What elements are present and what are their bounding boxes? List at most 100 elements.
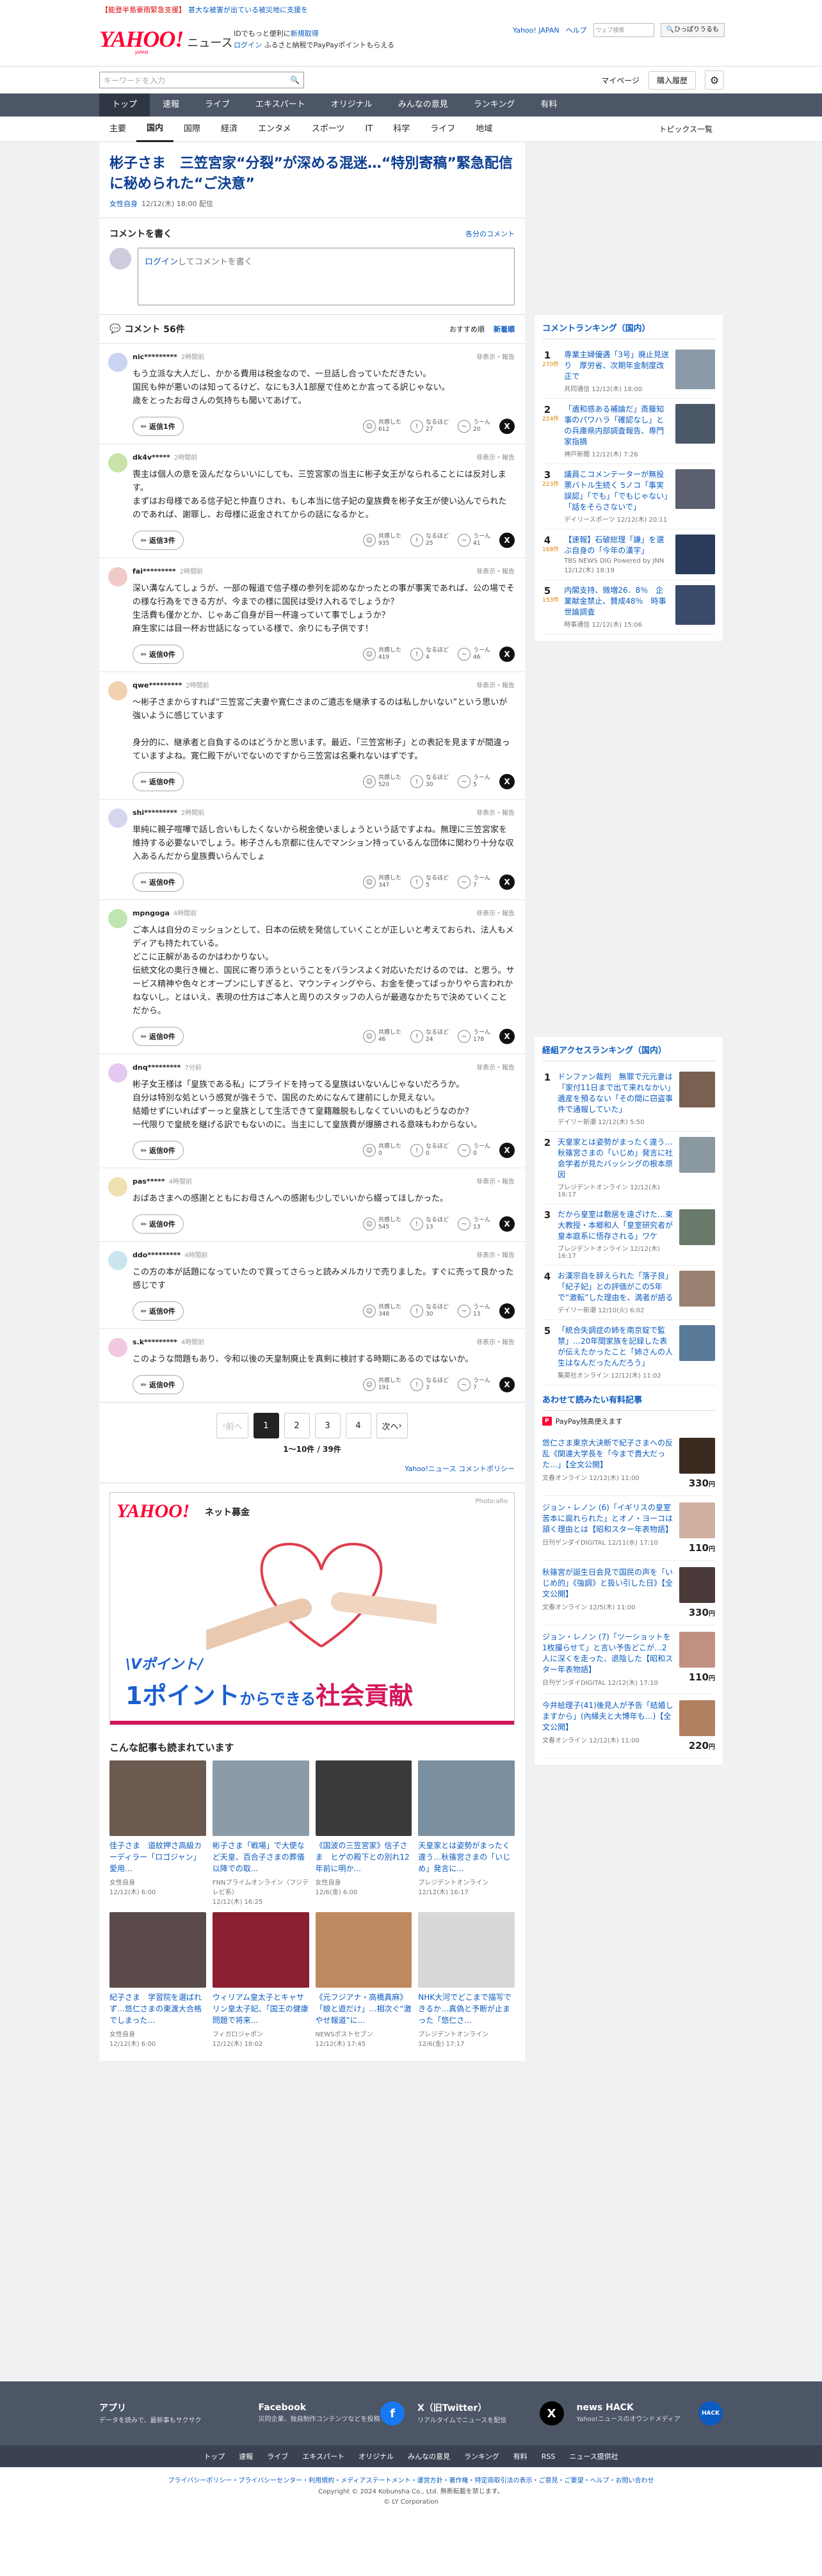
- rank-thumbnail[interactable]: [675, 535, 715, 574]
- empathy-button[interactable]: ☺ 共感した 191: [362, 1378, 401, 1392]
- news-search-input[interactable]: キーワードを入力 🔍: [99, 72, 304, 88]
- comment-user[interactable]: fai********* 2時間前: [133, 566, 515, 576]
- related-thumbnail[interactable]: [315, 1912, 412, 1988]
- related-headline[interactable]: 《元フジアナ・高橋真麻》「娘と遊だけ」…相次ぐ“激やせ報道”に...: [316, 1992, 412, 2027]
- mypage-link[interactable]: マイページ: [601, 75, 640, 86]
- paid-thumbnail[interactable]: [679, 1502, 715, 1538]
- footer-app[interactable]: Facebook 災同企業、独自制作コンテンツなどを投稿 f: [259, 2401, 405, 2426]
- footer-app[interactable]: news HACK Yahoo!ニュースのオウンドメディア HACK: [577, 2401, 723, 2426]
- report-link[interactable]: 非表示・報告: [476, 807, 515, 817]
- emergency-banner[interactable]: 【能登半島豪雨緊急支援】 甚大な被害が出ている被災地に支援を: [0, 0, 822, 19]
- related-thumbnail[interactable]: [109, 1760, 206, 1836]
- related-thumbnail[interactable]: [418, 1912, 515, 1988]
- comment-user[interactable]: dnq********* 7分前: [133, 1062, 515, 1072]
- x-share-icon[interactable]: X: [499, 1029, 515, 1044]
- access-ranking-item[interactable]: 2 天皇家とは姿勢がまったく違う…秋篠宮さまの「いじめ」発言に社会学者が見たバッシ…: [542, 1132, 715, 1204]
- empathy-button[interactable]: ☺ 共感した 0: [362, 1143, 401, 1157]
- snav-item-4[interactable]: エンタメ: [248, 117, 302, 142]
- gnav-item-5[interactable]: みんなの意見: [385, 93, 461, 117]
- paid-item[interactable]: 秋篠宮が誕生日会見で国民の声を「いじめ的」《強調》と扱い引した日》【全文公開】文…: [542, 1561, 715, 1625]
- gnav-item-2[interactable]: ライブ: [192, 93, 243, 117]
- comment-login-link[interactable]: ログイン: [145, 257, 178, 267]
- paid-thumbnail[interactable]: [679, 1438, 715, 1474]
- related-card[interactable]: NHK大河でどこまで描写できるか…真偽と予断が止まった「悠仁さ... プレジデント…: [418, 1912, 515, 2048]
- rank-thumbnail[interactable]: [679, 1325, 715, 1361]
- paid-item[interactable]: 今井絵理子(41)後見人が予告「結婚しますから」(內縁夫と大博年も…)【全文公開…: [542, 1694, 715, 1759]
- paid-item[interactable]: 悠仁さま東京大決断で紀子さまへの反乱《関達大学長を「今まで貴大だった…」【全文公…: [542, 1431, 715, 1496]
- yahoo-japan-link[interactable]: Yahoo! JAPAN: [513, 26, 560, 35]
- comment-username[interactable]: dnq*********: [133, 1063, 181, 1072]
- footer-app[interactable]: X（旧Twitter） リアルタイムでニュースを配信 X: [417, 2401, 564, 2426]
- avatar[interactable]: [108, 353, 127, 372]
- related-headline[interactable]: 紀子さま 学習院を選ばれず…悠仁さまの東渡大合格でしまった...: [109, 1992, 206, 2027]
- hmm-button[interactable]: ~ うーん 7: [457, 1378, 490, 1392]
- access-ranking-item[interactable]: 3 だから皇室は敷居を遠ざけた…東大教授・本郷和人「皇室研究者が皇本庭系に悟存され…: [542, 1204, 715, 1266]
- sort-recommended[interactable]: おすすめ順: [449, 324, 485, 334]
- related-thumbnail[interactable]: [315, 1760, 412, 1836]
- comment-username[interactable]: nic*********: [133, 353, 177, 361]
- snav-item-1[interactable]: 国内: [136, 117, 174, 142]
- naruhodo-button[interactable]: ! なるほど 30: [410, 1304, 449, 1318]
- x-share-icon[interactable]: X: [499, 533, 515, 548]
- paid-item[interactable]: ジョン・レノン (7)「ツーショットを1枚撮らせて」と言い予告どこが…2人に深く…: [542, 1625, 715, 1694]
- paid-headline[interactable]: 悠仁さま東京大決断で紀子さまへの反乱《関達大学長を「今まで貴大だった…」【全文公…: [542, 1438, 674, 1470]
- naruhodo-button[interactable]: ! なるほど 5: [410, 875, 449, 889]
- footer-nav-item[interactable]: 有料: [513, 2451, 528, 2461]
- empathy-button[interactable]: ☺ 共感した 419: [362, 647, 401, 661]
- login-link[interactable]: ログイン: [234, 41, 262, 49]
- paid-headline[interactable]: ジョン・レノン (7)「ツーショットを1枚撮らせて」と言い予告どこが…2人に深く…: [542, 1632, 674, 1675]
- prev-page-button[interactable]: ‹ 前へ: [216, 1413, 248, 1438]
- newshack-icon[interactable]: HACK: [698, 2401, 723, 2426]
- comment-user[interactable]: qwe********* 2時間前: [133, 680, 515, 689]
- hmm-button[interactable]: ~ うーん 41: [457, 533, 490, 547]
- related-card[interactable]: 彬子さま「戦場」で大使など天皇、百合子さまの葬儀以降での取... FNNプライムオ…: [212, 1760, 309, 1906]
- avatar[interactable]: [108, 453, 127, 472]
- rank-headline[interactable]: 「統合失調症の姉を南京錠で監禁」…20年間家族を記録した表が伝えたかったこと「姉…: [558, 1325, 674, 1369]
- x-share-icon[interactable]: X: [499, 647, 515, 662]
- comment-username[interactable]: dk4v*****: [133, 453, 170, 462]
- empathy-button[interactable]: ☺ 共感した 347: [362, 875, 401, 889]
- reply-button[interactable]: ✏ 返信0件: [133, 873, 184, 892]
- paid-headline[interactable]: 秋篠宮が誕生日会見で国民の声を「いじめ的」《強調》と扱い引した日》【全文公開】: [542, 1567, 674, 1600]
- report-link[interactable]: 非表示・報告: [476, 908, 515, 917]
- related-headline[interactable]: 天皇家とは姿勢がまったく違う…秋篠宮さまの「いじめ」発言に...: [418, 1840, 515, 1876]
- related-thumbnail[interactable]: [212, 1760, 309, 1836]
- footer-nav-item[interactable]: ニュース提供社: [569, 2451, 618, 2461]
- reply-button[interactable]: ✏ 返信0件: [133, 772, 184, 791]
- comment-user[interactable]: shi********* 2時間前: [133, 807, 515, 817]
- comment-username[interactable]: qwe*********: [133, 681, 182, 689]
- hmm-button[interactable]: ~ うーん 0: [457, 1143, 490, 1157]
- comment-username[interactable]: s.k*********: [133, 1338, 177, 1346]
- report-link[interactable]: 非表示・報告: [476, 1176, 515, 1186]
- related-thumbnail[interactable]: [109, 1912, 206, 1988]
- page-3[interactable]: 3: [314, 1413, 341, 1438]
- rank-headline[interactable]: だから皇室は敷居を遠ざけた…東大教授・本郷和人「皇室研究者が皇本庭系に悟存される…: [558, 1209, 674, 1242]
- naruhodo-button[interactable]: ! なるほど 24: [410, 1029, 449, 1043]
- comment-user[interactable]: ddo********* 4時間前: [133, 1250, 515, 1259]
- related-headline[interactable]: ウィリアム皇太子とキャサリン皇太子妃、「国王の健康問題で将来...: [213, 1992, 309, 2027]
- snav-item-2[interactable]: 国際: [173, 117, 211, 142]
- reply-button[interactable]: ✏ 返信0件: [133, 1141, 184, 1160]
- x-share-icon[interactable]: X: [499, 1216, 515, 1232]
- comment-username[interactable]: shi*********: [133, 809, 177, 817]
- avatar[interactable]: [108, 1063, 127, 1083]
- article-title[interactable]: 彬子さま 三笠宮家“分裂”が深める混迷…“特別寄稿”緊急配信に秘められた“ご決意…: [99, 142, 525, 198]
- gnav-item-4[interactable]: オリジナル: [318, 93, 385, 117]
- footer-nav-item[interactable]: RSS: [542, 2452, 556, 2461]
- web-search-input[interactable]: ウェブ検索: [593, 23, 654, 37]
- related-card[interactable]: 天皇家とは姿勢がまったく違う…秋篠宮さまの「いじめ」発言に... プレジデントオン…: [418, 1760, 515, 1906]
- ranking-item[interactable]: 5 153件 内閣支持、微増26．8％ 企業献金禁止、賛成48％ 時事世論調査 時事通…: [542, 580, 715, 634]
- comment-user[interactable]: dk4v***** 2時間前: [133, 452, 515, 462]
- related-thumbnail[interactable]: [418, 1760, 515, 1836]
- x-share-icon[interactable]: X: [499, 774, 515, 789]
- paid-thumbnail[interactable]: [679, 1632, 715, 1668]
- comment-ranking-title[interactable]: コメントランキング（国内）: [542, 321, 715, 339]
- x-share-icon[interactable]: X: [499, 874, 515, 890]
- rank-headline[interactable]: 内閣支持、微増26．8％ 企業献金禁止、賛成48％ 時事世論調査: [564, 585, 670, 618]
- gear-icon[interactable]: ⚙: [705, 70, 724, 90]
- facebook-icon[interactable]: f: [380, 2401, 405, 2426]
- rank-thumbnail[interactable]: [675, 404, 715, 444]
- comment-textarea[interactable]: ログインしてコメントを書く: [138, 248, 515, 305]
- comment-user[interactable]: mpngoga 4時間前: [133, 908, 515, 917]
- rank-thumbnail[interactable]: [679, 1271, 715, 1307]
